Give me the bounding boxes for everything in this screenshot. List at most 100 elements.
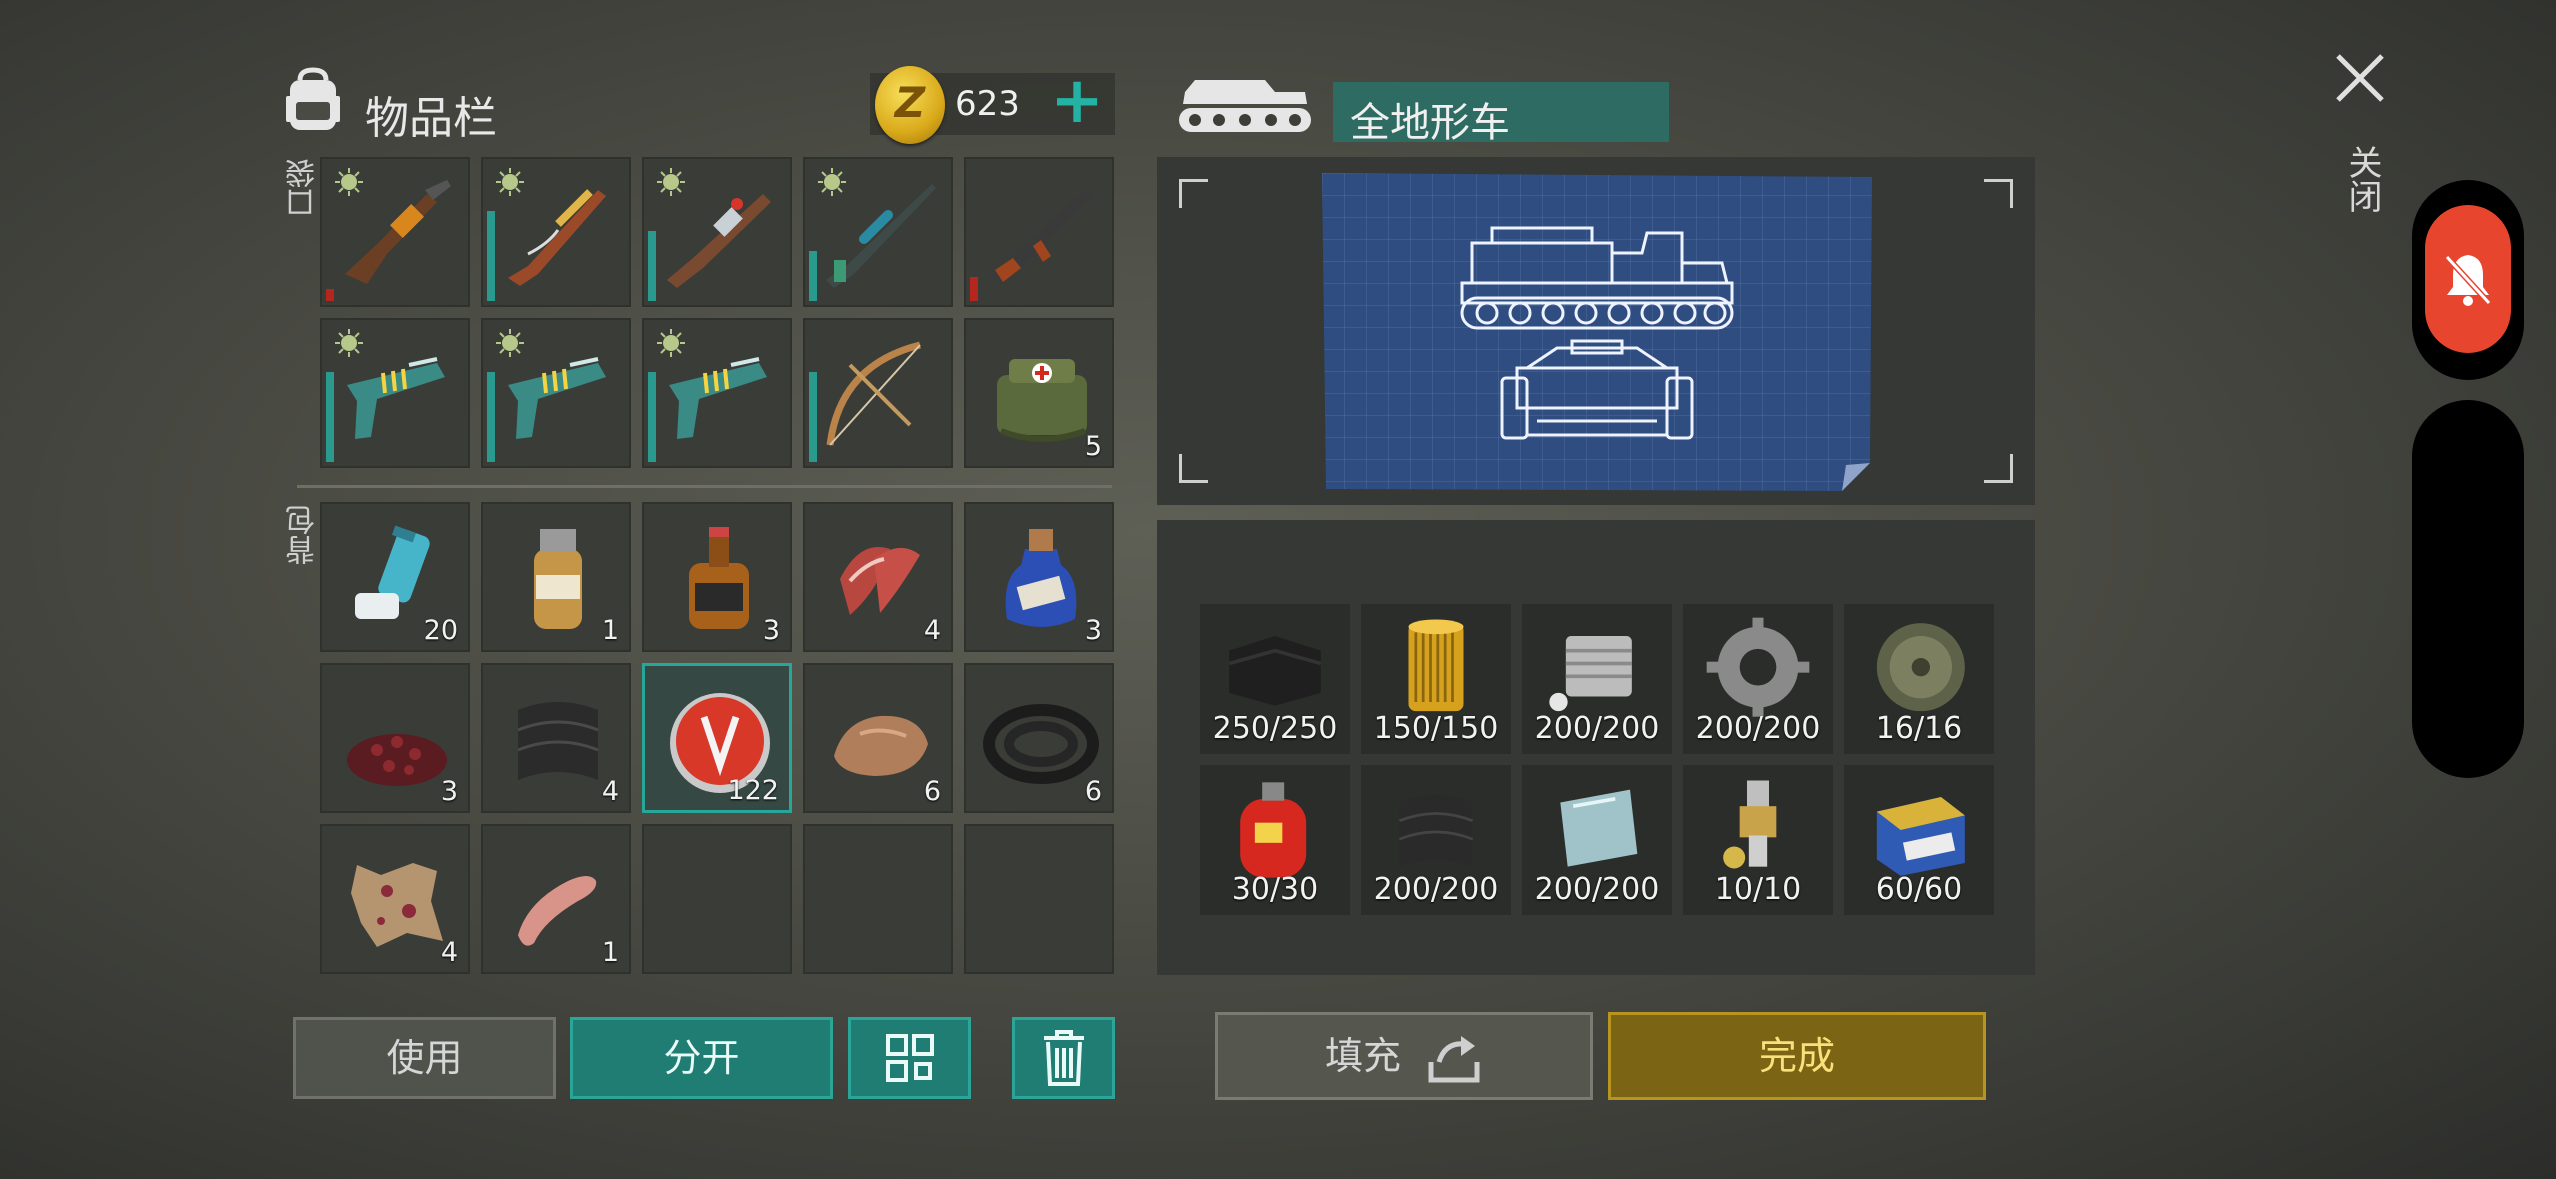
split-button[interactable]: 分开 bbox=[570, 1017, 833, 1099]
gear-icon bbox=[1706, 617, 1810, 717]
pocket-slot[interactable] bbox=[642, 157, 792, 307]
backpack-slot[interactable] bbox=[964, 824, 1114, 974]
backpack-slot[interactable]: 1 bbox=[481, 502, 631, 652]
pocket-slot[interactable] bbox=[964, 157, 1114, 307]
sort-button[interactable] bbox=[848, 1017, 971, 1099]
item-count: 200/200 bbox=[1534, 711, 1660, 746]
pocket-slot[interactable] bbox=[320, 318, 470, 468]
inventory-title: 物品栏 bbox=[365, 93, 497, 144]
frame-corner-br bbox=[1984, 454, 2013, 483]
fill-button[interactable]: 填充 bbox=[1215, 1012, 1593, 1100]
berries-pile-icon bbox=[347, 734, 447, 786]
pocket-slot[interactable] bbox=[481, 318, 631, 468]
carbon-fabric-icon bbox=[1398, 795, 1474, 867]
material-slot[interactable]: 200/200 bbox=[1683, 604, 1833, 754]
material-slot[interactable]: 16/16 bbox=[1844, 604, 1994, 754]
backpack-slot[interactable]: 4 bbox=[481, 663, 631, 813]
pocket-slot[interactable] bbox=[803, 318, 953, 468]
item-count: 6 bbox=[1084, 776, 1102, 807]
add-coins-button[interactable]: + bbox=[1050, 69, 1104, 133]
item-count: 4 bbox=[440, 937, 458, 968]
backpack-slot[interactable]: 1 bbox=[481, 824, 631, 974]
section-divider bbox=[297, 485, 1112, 488]
backpack-slot[interactable] bbox=[642, 824, 792, 974]
trash-button[interactable] bbox=[1012, 1017, 1115, 1099]
backpack-slot[interactable] bbox=[803, 824, 953, 974]
mute-notification-button[interactable] bbox=[2425, 205, 2511, 353]
material-slot[interactable]: 200/200 bbox=[1361, 765, 1511, 915]
item-count: 250/250 bbox=[1212, 711, 1338, 746]
item-count: 1 bbox=[601, 615, 619, 646]
pocket-slot[interactable] bbox=[320, 157, 470, 307]
coin-amount: 623 bbox=[955, 84, 1020, 124]
upgrade-star-icon bbox=[496, 329, 524, 357]
animal-hide-icon bbox=[351, 863, 443, 947]
material-slot[interactable]: 30/30 bbox=[1200, 765, 1350, 915]
item-count: 6 bbox=[923, 776, 941, 807]
bell-off-icon bbox=[2444, 254, 2492, 306]
close-icon[interactable] bbox=[2330, 48, 2390, 108]
pocket-slot[interactable]: 5 bbox=[964, 318, 1114, 468]
grid-sort-icon bbox=[885, 1034, 934, 1082]
leather-sheet-icon bbox=[1228, 636, 1322, 706]
item-count: 4 bbox=[923, 615, 941, 646]
material-slot[interactable]: 60/60 bbox=[1844, 765, 1994, 915]
durability-bar bbox=[326, 372, 334, 462]
backpack-slot[interactable]: 6 bbox=[803, 663, 953, 813]
item-count: 60/60 bbox=[1875, 872, 1963, 907]
backpack-slot[interactable]: 4 bbox=[320, 824, 470, 974]
sausage-icon bbox=[518, 876, 597, 946]
backpack-slot[interactable]: 6 bbox=[964, 663, 1114, 813]
item-count: 200/200 bbox=[1695, 711, 1821, 746]
backpack-icon bbox=[286, 67, 340, 130]
durability-bar bbox=[970, 277, 978, 301]
durability-bar bbox=[326, 289, 334, 301]
pocket-slot[interactable] bbox=[803, 157, 953, 307]
item-count: 150/150 bbox=[1373, 711, 1499, 746]
item-count: 200/200 bbox=[1373, 872, 1499, 907]
durability-bar bbox=[809, 372, 817, 462]
backpack-slot[interactable]: 3 bbox=[964, 502, 1114, 652]
item-count: 30/30 bbox=[1231, 872, 1319, 907]
item-count: 3 bbox=[1084, 615, 1102, 646]
material-slot[interactable]: 150/150 bbox=[1361, 604, 1511, 754]
durability-bar bbox=[487, 372, 495, 462]
rock-icon bbox=[834, 715, 928, 776]
durability-bar bbox=[648, 231, 656, 301]
upgrade-star-icon bbox=[657, 329, 685, 357]
backpack-slot[interactable]: 4 bbox=[803, 502, 953, 652]
item-count: 3 bbox=[440, 776, 458, 807]
durability-bar bbox=[648, 372, 656, 462]
done-button[interactable]: 完成 bbox=[1608, 1012, 1986, 1100]
material-slot[interactable]: 200/200 bbox=[1522, 765, 1672, 915]
durability-bar bbox=[809, 251, 817, 301]
upgrade-star-icon bbox=[818, 168, 846, 196]
pocket-slot[interactable] bbox=[642, 318, 792, 468]
item-count: 5 bbox=[1084, 431, 1102, 462]
backpack-slot[interactable]: 122 bbox=[642, 663, 792, 813]
backpack-slot[interactable]: 3 bbox=[642, 502, 792, 652]
upgrade-star-icon bbox=[496, 168, 524, 196]
blueprint-panel bbox=[1157, 157, 2035, 505]
item-count: 122 bbox=[727, 775, 779, 806]
pill-bottle-icon bbox=[534, 529, 582, 629]
side-gesture-bar bbox=[2412, 400, 2524, 778]
engine-cylinder-icon bbox=[1549, 636, 1632, 712]
coin-icon: Z bbox=[875, 66, 945, 144]
gas-canister-icon bbox=[1240, 782, 1307, 878]
backpack-slot[interactable]: 3 bbox=[320, 663, 470, 813]
backpack-slot[interactable]: 20 bbox=[320, 502, 470, 652]
fill-label: 填充 bbox=[1324, 1034, 1401, 1078]
pocket-slot[interactable] bbox=[481, 157, 631, 307]
material-slot[interactable]: 10/10 bbox=[1683, 765, 1833, 915]
upgrade-star-icon bbox=[657, 168, 685, 196]
use-button[interactable]: 使用 bbox=[293, 1017, 556, 1099]
blue-potion-icon bbox=[1005, 529, 1077, 627]
close-label[interactable]: 关闭 bbox=[2338, 145, 2387, 213]
trash-icon bbox=[1043, 1030, 1084, 1086]
durability-bar bbox=[487, 211, 495, 301]
material-slot[interactable]: 250/250 bbox=[1200, 604, 1350, 754]
vehicle-name: 全地形车 bbox=[1350, 100, 1510, 146]
whiskey-bottle-icon bbox=[689, 527, 749, 629]
material-slot[interactable]: 200/200 bbox=[1522, 604, 1672, 754]
